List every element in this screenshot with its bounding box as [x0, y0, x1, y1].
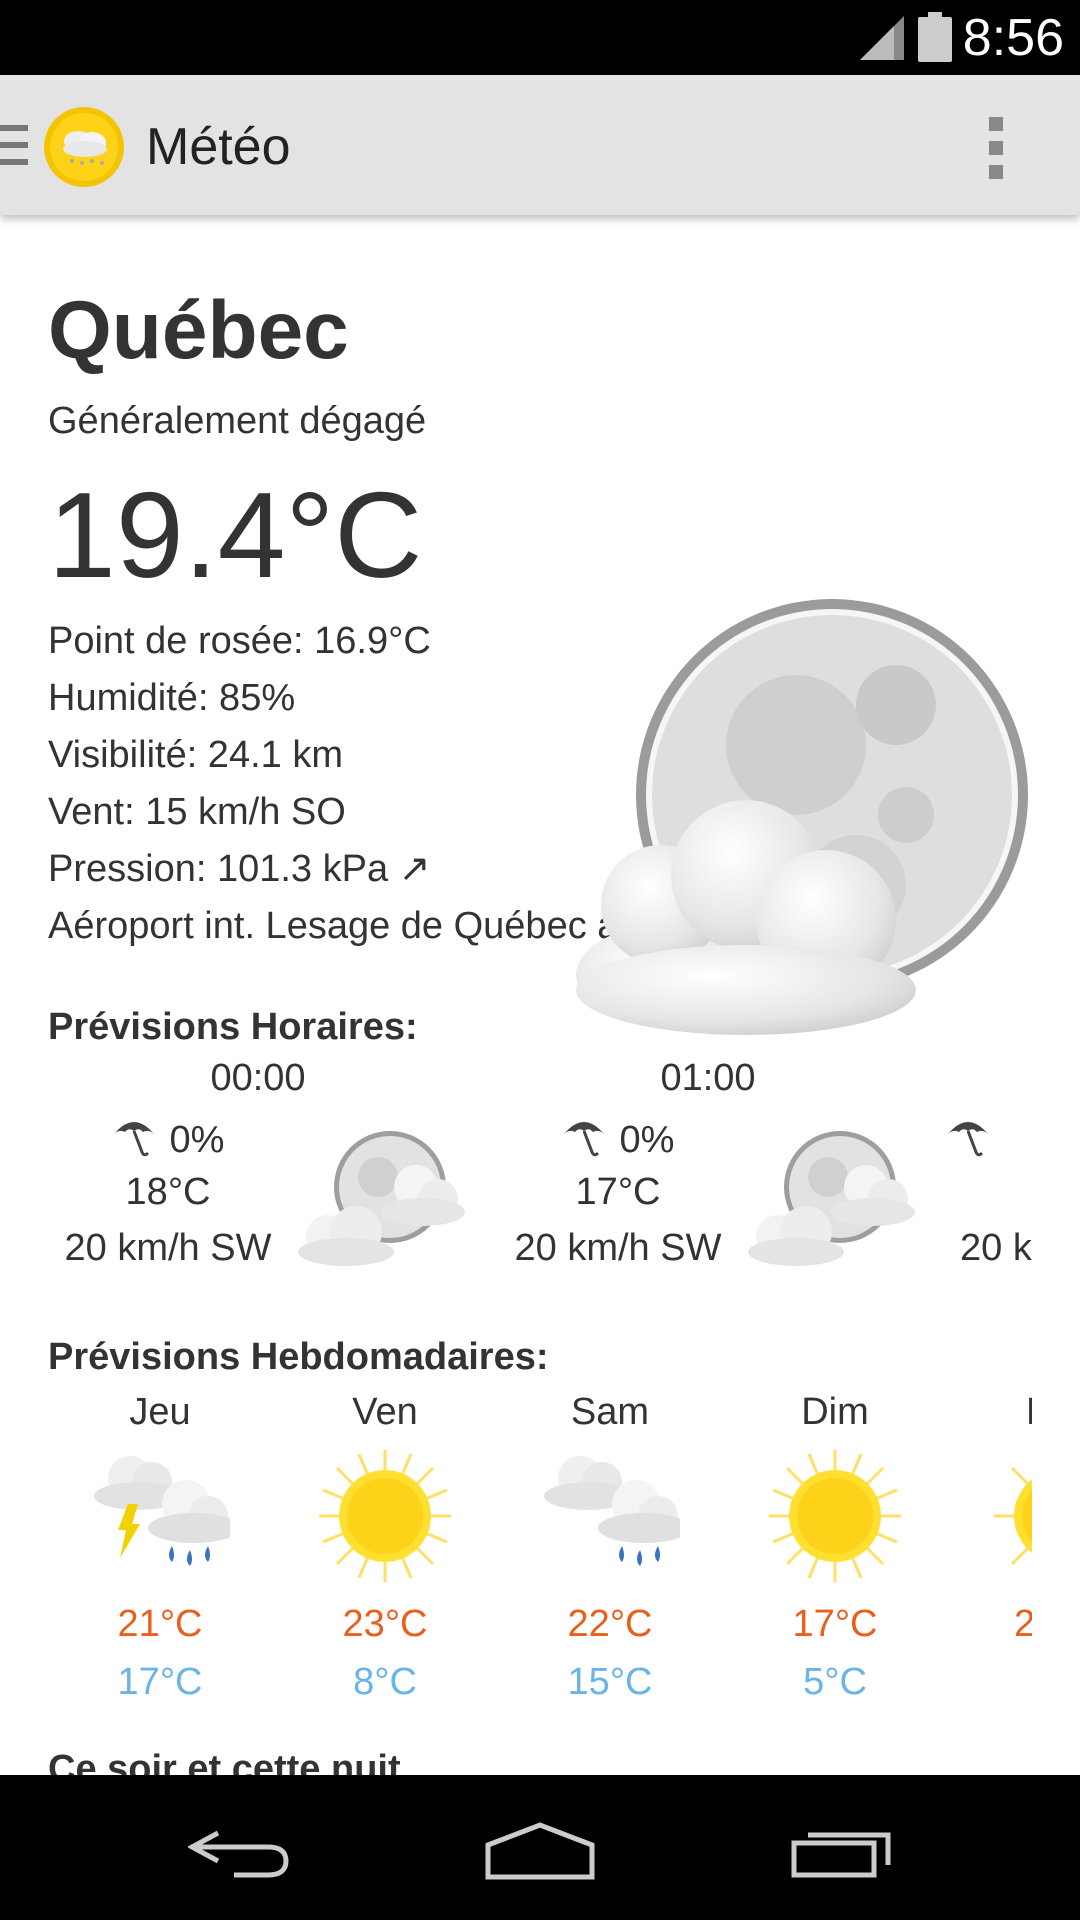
- hour-time: 00:00: [210, 1057, 306, 1099]
- day-high: 21°C: [117, 1603, 203, 1645]
- current-temperature: 19.4°C: [48, 467, 423, 603]
- drawer-menu-icon[interactable]: [0, 123, 30, 167]
- back-icon[interactable]: [188, 1823, 292, 1879]
- signal-icon: [860, 16, 904, 60]
- home-icon[interactable]: [484, 1821, 596, 1881]
- weekly-day[interactable]: Dim 17°C 5°C: [755, 1391, 915, 1703]
- weekly-title: Prévisions Hebdomadaires:: [48, 1336, 549, 1378]
- cloudy-rain-icon: [544, 1456, 680, 1566]
- cloudy-night-moon-icon: [576, 599, 1028, 1035]
- weekly-day[interactable]: Sam 22°C 15°C: [530, 1391, 690, 1703]
- weekly-day[interactable]: Jeu 21°C 17°C: [80, 1391, 240, 1703]
- tonight-title: Ce soir et cette nuit: [48, 1748, 401, 1775]
- hour-precip: 0%: [498, 1114, 738, 1162]
- navigation-bar: [0, 1775, 1080, 1920]
- recents-icon[interactable]: [790, 1823, 894, 1879]
- day-low: 8°C: [353, 1661, 417, 1703]
- current-condition: Généralement dégagé: [48, 400, 427, 442]
- day-low: 5°C: [803, 1661, 867, 1703]
- content-right-edge: [1032, 215, 1080, 1775]
- city-name: Québec: [48, 285, 349, 376]
- partly-cloudy-night-icon: [748, 1131, 915, 1266]
- umbrella-icon: [113, 1122, 154, 1157]
- hour-wind: 20 km/h SW: [514, 1227, 722, 1269]
- weekly-day[interactable]: Ven 23°C 8°C: [305, 1391, 465, 1703]
- status-time: 8:56: [962, 9, 1064, 67]
- umbrella-icon: [948, 1122, 988, 1157]
- hour-temperature: 17°C: [575, 1171, 661, 1213]
- hour-precip: 0%: [48, 1114, 288, 1162]
- day-low: 17°C: [117, 1661, 203, 1703]
- day-high: 17°C: [792, 1603, 878, 1645]
- hourly-item[interactable]: 00:00 0% 18°C 20 km/h SW: [48, 1057, 498, 1269]
- battery-icon: [918, 12, 952, 62]
- thunderstorm-rain-icon: [94, 1456, 230, 1566]
- umbrella-icon: [563, 1122, 604, 1157]
- hourly-title: Prévisions Horaires:: [48, 1006, 418, 1048]
- overflow-menu-icon[interactable]: [985, 117, 1009, 179]
- sunny-icon: [319, 1450, 451, 1582]
- hour-precip-value: 0%: [619, 1119, 675, 1161]
- hour-temperature: 18°C: [125, 1171, 211, 1213]
- hour-time: 01:00: [660, 1057, 756, 1099]
- weather-content[interactable]: Québec Généralement dégagé 19.4°C Point …: [0, 215, 1080, 1775]
- app-logo-icon[interactable]: [42, 105, 126, 189]
- hourly-item[interactable]: 01:00 0% 17°C 20 km/h SW: [498, 1057, 948, 1269]
- day-name: Sam: [570, 1391, 650, 1433]
- hour-precip-value: 0%: [169, 1119, 225, 1161]
- day-name: Jeu: [129, 1391, 191, 1433]
- partly-cloudy-night-icon: [298, 1131, 465, 1266]
- day-high: 23°C: [342, 1603, 428, 1645]
- day-name: Ven: [352, 1391, 418, 1433]
- hour-wind: 20 km/h SW: [64, 1227, 272, 1269]
- app-title: Météo: [146, 118, 291, 176]
- day-name: Dim: [801, 1391, 869, 1433]
- action-bar: Météo: [0, 75, 1080, 215]
- day-high: 22°C: [567, 1603, 653, 1645]
- sunny-icon: [769, 1450, 901, 1582]
- day-low: 15°C: [567, 1661, 653, 1703]
- status-bar: 8:56: [0, 0, 1080, 75]
